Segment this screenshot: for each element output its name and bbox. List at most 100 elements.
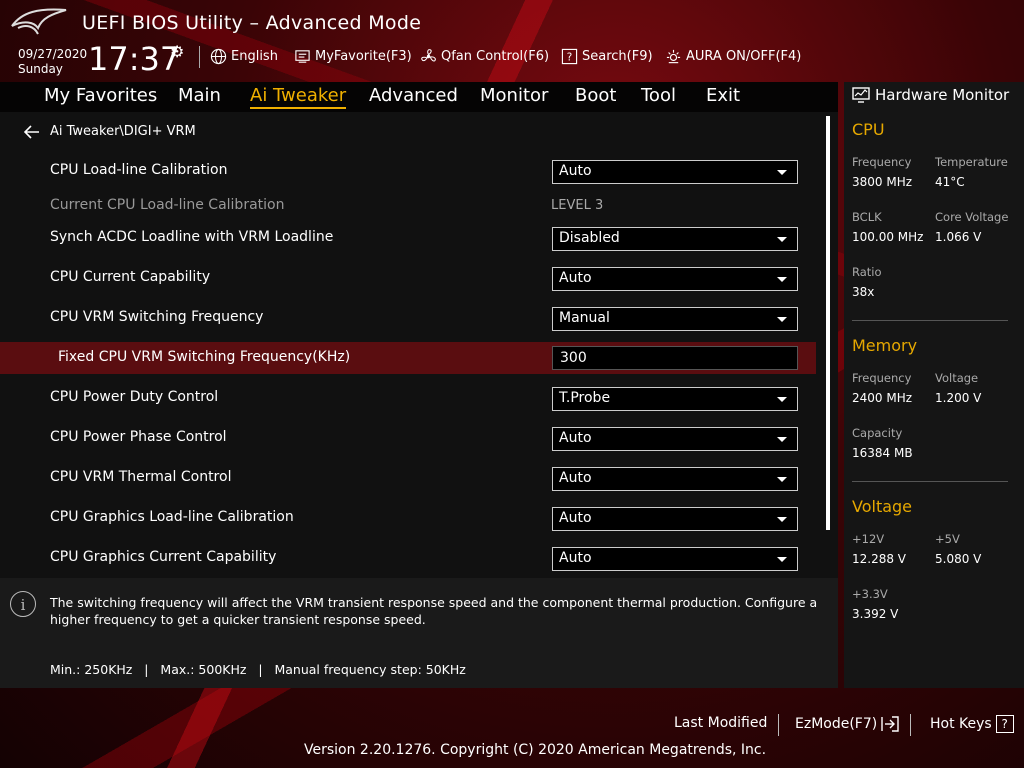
hotkeys-label: Hot Keys (930, 716, 992, 732)
tab-tool[interactable]: Tool (641, 85, 676, 106)
setting-row[interactable]: CPU Graphics Load-line Calibration Auto (0, 502, 816, 534)
setting-row[interactable]: CPU Graphics Current Capability Auto (0, 542, 816, 574)
setting-row[interactable]: CPU VRM Thermal Control Auto (0, 462, 816, 494)
ratio-label: Ratio (852, 265, 882, 279)
tab-ai-tweaker[interactable]: Ai Tweaker (250, 85, 347, 109)
setting-dropdown[interactable]: Auto (552, 267, 798, 291)
setting-row-selected[interactable]: Fixed CPU VRM Switching Frequency(KHz) 3… (0, 342, 816, 374)
memory-voltage-value: 1.200 V (935, 391, 982, 405)
breadcrumb: Ai Tweaker\DIGI+ VRM (24, 124, 196, 139)
frequency-range-text: Min.: 250KHz | Max.: 500KHz | Manual fre… (50, 662, 466, 677)
tab-advanced[interactable]: Advanced (369, 85, 458, 106)
cpu-frequency-label: Frequency (852, 155, 912, 169)
setting-label: Current CPU Load-line Calibration (50, 197, 285, 213)
divider (852, 481, 1008, 482)
tab-monitor[interactable]: Monitor (480, 85, 548, 106)
divider (852, 320, 1008, 321)
setting-row[interactable]: Synch ACDC Loadline with VRM Loadline Di… (0, 222, 816, 254)
setting-dropdown[interactable]: Auto (552, 507, 798, 531)
ezmode-button[interactable]: EzMode(F7) (795, 715, 900, 733)
globe-icon (210, 48, 227, 65)
dropdown-value: Manual (559, 310, 610, 326)
dropdown-value: Auto (559, 163, 592, 179)
memory-section-heading: Memory (852, 336, 918, 355)
dropdown-arrow-icon (777, 317, 787, 322)
search-button[interactable]: ? Search(F9) (561, 48, 653, 65)
aura-button[interactable]: AURA ON/OFF(F4) (665, 48, 801, 65)
hotkeys-button[interactable]: Hot Keys? (930, 715, 1014, 733)
setting-dropdown[interactable]: Disabled (552, 227, 798, 251)
setting-label: CPU Load-line Calibration (50, 162, 228, 178)
setting-dropdown[interactable]: Manual (552, 307, 798, 331)
dropdown-value: Auto (559, 270, 592, 286)
setting-label: CPU VRM Switching Frequency (50, 309, 264, 325)
setting-label: CPU Current Capability (50, 269, 211, 285)
setting-row[interactable]: CPU Current Capability Auto (0, 262, 816, 294)
setting-label: Fixed CPU VRM Switching Frequency(KHz) (58, 349, 351, 365)
dropdown-arrow-icon (777, 517, 787, 522)
tab-main[interactable]: Main (178, 85, 221, 106)
frequency-input[interactable]: 300 (552, 346, 798, 370)
setting-dropdown[interactable]: T.Probe (552, 387, 798, 411)
aura-label: AURA ON/OFF(F4) (686, 49, 802, 64)
setting-row[interactable]: CPU VRM Switching Frequency Manual (0, 302, 816, 334)
voltage-section-heading: Voltage (852, 497, 913, 516)
info-icon: i (10, 591, 36, 617)
setting-row[interactable]: CPU Load-line Calibration Auto (0, 155, 816, 187)
cpu-temperature-label: Temperature (935, 155, 1008, 169)
setting-dropdown[interactable]: Auto (552, 467, 798, 491)
tab-exit[interactable]: Exit (706, 85, 740, 106)
core-voltage-value: 1.066 V (935, 230, 982, 244)
qfan-button[interactable]: Qfan Control(F6) (420, 48, 549, 65)
search-label: Search(F9) (582, 49, 653, 64)
tab-boot[interactable]: Boot (575, 85, 616, 106)
hardware-monitor-title: Hardware Monitor (875, 86, 1010, 104)
v12-label: +12V (852, 532, 885, 546)
breadcrumb-path: Ai Tweaker\DIGI+ VRM (50, 124, 196, 139)
tab-my-favorites[interactable]: My Favorites (44, 85, 157, 106)
monitor-icon (852, 87, 870, 103)
dropdown-arrow-icon (777, 170, 787, 175)
favorite-icon (295, 50, 310, 63)
dropdown-arrow-icon (777, 557, 787, 562)
dropdown-arrow-icon (777, 397, 787, 402)
setting-status-value: LEVEL 3 (551, 198, 604, 213)
memory-frequency-label: Frequency (852, 371, 912, 385)
setting-dropdown[interactable]: Auto (552, 427, 798, 451)
setting-row[interactable]: CPU Power Phase Control Auto (0, 422, 816, 454)
last-modified-button[interactable]: Last Modified (674, 715, 767, 731)
cpu-frequency-value: 3800 MHz (852, 175, 913, 189)
divider (199, 46, 200, 68)
setting-label: CPU Graphics Current Capability (50, 549, 277, 565)
svg-text:?: ? (567, 51, 573, 63)
dropdown-arrow-icon (777, 477, 787, 482)
aura-light-icon (666, 49, 681, 64)
language-label: English (231, 49, 278, 64)
dropdown-arrow-icon (777, 277, 787, 282)
dropdown-value: Auto (559, 470, 592, 486)
setting-dropdown[interactable]: Auto (552, 547, 798, 571)
cpu-temperature-value: 41°C (935, 175, 965, 189)
scrollbar[interactable] (826, 116, 830, 530)
clock: 17:37 (88, 40, 181, 78)
setting-row: Current CPU Load-line Calibration LEVEL … (0, 190, 816, 222)
help-text: The switching frequency will affect the … (50, 595, 818, 627)
setting-dropdown[interactable]: Auto (552, 160, 798, 184)
v33-label: +3.3V (852, 587, 888, 601)
day-text: Sunday (18, 62, 63, 76)
settings-panel: Ai Tweaker\DIGI+ VRM CPU Load-line Calib… (0, 112, 838, 578)
memory-capacity-label: Capacity (852, 426, 903, 440)
v5-label: +5V (935, 532, 960, 546)
core-voltage-label: Core Voltage (935, 210, 1009, 224)
app-title: UEFI BIOS Utility – Advanced Mode (82, 12, 422, 34)
bclk-label: BCLK (852, 210, 882, 224)
setting-label: CPU Graphics Load-line Calibration (50, 509, 294, 525)
setting-row[interactable]: CPU Power Duty Control T.Probe (0, 382, 816, 414)
myfavorite-button[interactable]: MyFavorite(F3) (294, 48, 412, 65)
language-button[interactable]: English (210, 48, 278, 65)
dropdown-arrow-icon (777, 237, 787, 242)
search-icon: ? (561, 48, 578, 65)
gear-icon[interactable]: ⚙ (170, 42, 184, 61)
v12-value: 12.288 V (852, 552, 907, 566)
back-arrow-icon[interactable] (24, 124, 40, 139)
